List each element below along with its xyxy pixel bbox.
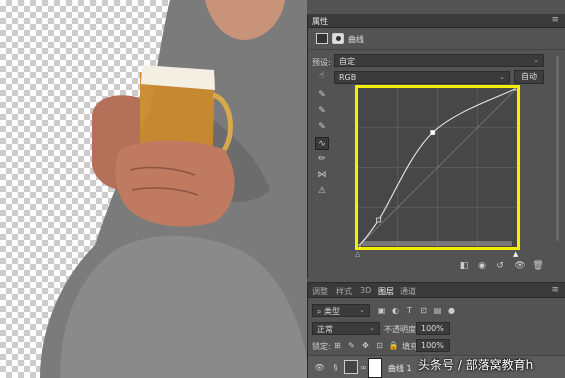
chevron-down-icon: ⌄ [499, 73, 505, 81]
filter-smart-object-icon[interactable]: ▤ [432, 305, 443, 316]
white-point-slider-icon[interactable]: ▲ [513, 250, 518, 258]
curve-control-point[interactable] [514, 88, 517, 91]
tab-styles[interactable]: 样式 [336, 286, 352, 297]
gray-point-eyedropper-icon[interactable]: ✎ [315, 105, 329, 118]
preset-value: 自定 [339, 57, 355, 66]
layer-mask-icon[interactable] [332, 33, 344, 44]
auto-button[interactable]: 自动 [514, 70, 544, 84]
curves-adjustment-icon[interactable] [316, 33, 328, 44]
lock-artboard-icon[interactable]: ⊡ [374, 340, 385, 351]
edit-points-icon[interactable]: ∿ [315, 137, 329, 150]
chevron-down-icon: ⌄ [533, 56, 539, 64]
chevron-down-icon: ⌄ [359, 306, 365, 314]
link-icon: § [333, 363, 338, 372]
search-icon: ⌕ [317, 307, 325, 316]
blend-row: 正常 ⌄ 不透明度: 100% [308, 321, 565, 337]
layer-name[interactable]: 曲线 1 [388, 363, 412, 374]
draw-curve-icon[interactable]: ✏ [315, 153, 329, 166]
tab-channels[interactable]: 通道 [400, 286, 416, 297]
tab-layers[interactable]: 图层 [378, 286, 394, 297]
kind-filter-select[interactable]: ⌕ 类型 ⌄ [312, 304, 370, 317]
histogram [362, 241, 512, 246]
channel-value: RGB [339, 73, 357, 82]
curve-control-point[interactable] [430, 130, 436, 135]
filter-pixel-icon[interactable]: ▣ [376, 305, 387, 316]
preset-row: 预设: 自定 ⌄ [308, 54, 565, 70]
visibility-eye-icon[interactable]: 👁 [514, 260, 526, 272]
white-point-eyedropper-icon[interactable]: ✎ [315, 121, 329, 134]
black-point-eyedropper-icon[interactable]: ✎ [315, 89, 329, 102]
lock-transparent-icon[interactable]: ⊞ [332, 340, 343, 351]
lock-pixels-icon[interactable]: ✎ [346, 340, 357, 351]
filter-toggle-icon[interactable]: ● [446, 305, 457, 316]
panel-menu-icon[interactable]: ≡ [551, 15, 559, 25]
fill-field[interactable]: 100% [416, 339, 450, 352]
opacity-value: 100% [421, 324, 444, 333]
watermark-text: 头条号 / 部落窝教育h [418, 358, 534, 372]
curve-graph-svg[interactable] [358, 88, 517, 247]
curve-control-point[interactable] [358, 244, 361, 247]
document-canvas[interactable] [0, 0, 307, 378]
curves-layer-thumbnail[interactable] [344, 360, 358, 374]
opacity-label: 不透明度: [384, 325, 419, 334]
filter-shape-icon[interactable]: ⊡ [418, 305, 429, 316]
lock-position-icon[interactable]: ✥ [360, 340, 371, 351]
visibility-eye-icon[interactable]: 👁 [314, 362, 325, 373]
lock-all-icon[interactable]: 🔒 [388, 340, 399, 351]
photo-image [40, 0, 307, 378]
chevron-down-icon: ⌄ [369, 324, 375, 332]
preset-label: 预设: [312, 58, 331, 67]
properties-scrollbar[interactable] [556, 56, 559, 241]
reset-icon[interactable]: ↺ [494, 260, 506, 272]
tab-adjustments[interactable]: 调整 [312, 286, 328, 297]
curve-graph[interactable] [355, 85, 520, 250]
clipping-warning-icon[interactable]: ⚠ [315, 185, 329, 198]
hand-target-icon[interactable]: ☝ [315, 70, 329, 83]
lock-label: 锁定: [312, 342, 331, 351]
kind-filter-value: 类型 [324, 307, 341, 316]
tab-properties[interactable]: 属性 [312, 16, 328, 27]
channel-row: ☝ RGB ⌄ 自动 [308, 70, 565, 86]
channel-select[interactable]: RGB ⌄ [334, 71, 510, 84]
curve-control-point[interactable] [376, 217, 382, 223]
layers-panel-tabs: 调整 样式 3D 图层 通道 ≡ [308, 283, 565, 298]
smooth-curve-icon[interactable]: ⋈ [315, 169, 329, 182]
preset-select[interactable]: 自定 ⌄ [334, 54, 544, 67]
layer-mask-thumbnail[interactable] [368, 358, 382, 378]
adjustment-title: 曲线 [348, 35, 364, 44]
fill-value: 100% [421, 341, 444, 350]
clip-to-layer-icon[interactable]: ◧ [458, 260, 470, 272]
opacity-field[interactable]: 100% [416, 322, 450, 335]
filter-adjustment-icon[interactable]: ◐ [390, 305, 401, 316]
panel-menu-icon[interactable]: ≡ [551, 285, 559, 295]
tab-3d[interactable]: 3D [360, 286, 371, 295]
filter-type-icon[interactable]: T [404, 305, 415, 316]
black-point-slider-icon[interactable]: △ [355, 250, 360, 258]
curves-title-row: 曲线 [308, 28, 565, 50]
properties-panel: 属性 ≡ 曲线 预设: 自定 ⌄ ☝ RGB ⌄ 自动 ✎ ✎ ✎ ∿ ✏ ⋈ … [307, 14, 565, 278]
view-previous-state-icon[interactable]: ◉ [476, 260, 488, 272]
lock-row: 锁定: ⊞ ✎ ✥ ⊡ 🔒 填充: 100% [308, 338, 565, 354]
layer-filter-row: ⌕ 类型 ⌄ ▣ ◐ T ⊡ ▤ ● [308, 303, 565, 319]
blend-mode-select[interactable]: 正常 ⌄ [312, 322, 380, 335]
blend-mode-value: 正常 [317, 325, 333, 334]
properties-panel-header: 属性 ≡ [308, 14, 565, 28]
delete-adjustment-icon[interactable]: 🗑 [532, 260, 544, 272]
